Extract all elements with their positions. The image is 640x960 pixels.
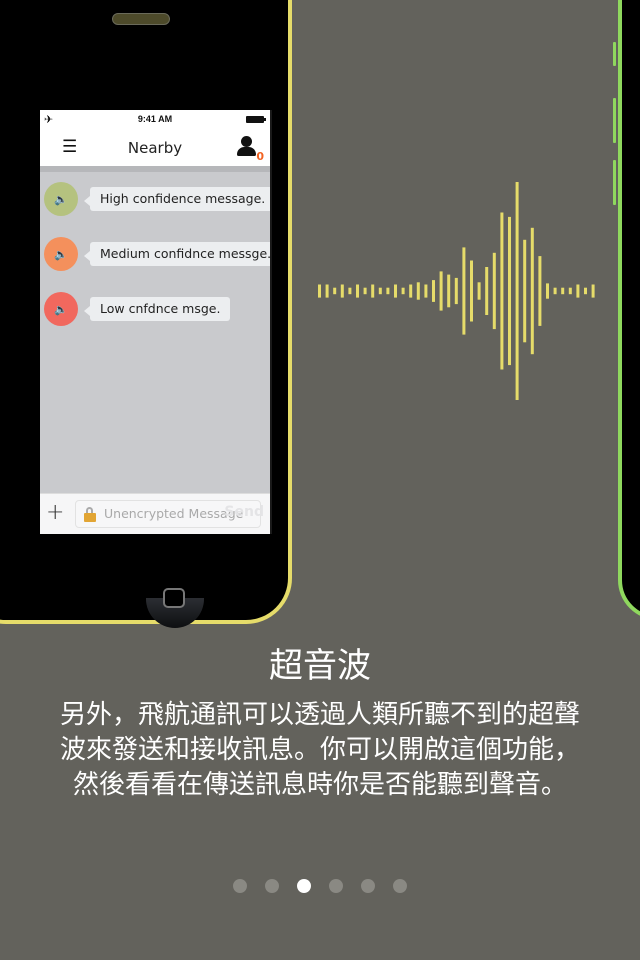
waveform-bar [500,212,504,370]
waveform-bar [508,216,511,366]
waveform-bar [485,267,489,315]
description-line: 另外，飛航通訊可以透過人類所聽不到的超聲 [59,700,580,730]
waveform-bar [576,284,580,298]
waveform-bar [470,260,473,322]
waveform-bar [340,284,344,298]
waveform-bar [477,282,481,300]
page-dot[interactable] [233,879,247,893]
waveform-bar [523,239,527,343]
page-dot[interactable] [265,879,279,893]
waveform-bar [401,287,405,295]
waveform-bar [546,283,549,299]
waveform-bar [325,284,329,298]
waveform-bar [394,284,397,298]
waveform-bar [561,287,565,295]
description-line: 然後看看在傳送訊息時你是否能聽到聲音。 [72,770,567,800]
waveform-bar [318,284,321,298]
waveform-bar [378,287,382,295]
waveform-bar [454,277,458,305]
waveform-bar [492,252,496,330]
page-dot-active[interactable] [297,879,311,893]
ultrasonic-waveform [318,182,595,400]
waveform-bar [424,284,428,298]
waveform-bar [416,282,420,300]
page-indicator[interactable] [0,879,640,893]
waveform-bar [333,287,337,295]
waveform-bar [591,284,595,298]
waveform-bar [386,287,390,295]
waveform-bar [568,287,572,295]
page-dot[interactable] [393,879,407,893]
waveform-bar [530,227,534,355]
waveform-bar [371,284,375,298]
waveform-bar [584,287,587,295]
page-dot[interactable] [329,879,343,893]
page-dot[interactable] [361,879,375,893]
waveform-bar [363,287,367,295]
waveform-bar [432,280,435,302]
waveform-bar [348,287,352,295]
waveform-bar [462,247,466,335]
feature-description: 另外，飛航通訊可以透過人類所聽不到的超聲 波來發送和接收訊息。你可以開啟這個功能… [20,698,620,803]
waveform-bar [447,274,451,308]
waveform-bar [553,287,557,295]
waveform-bar [409,284,413,298]
waveform-bar [439,271,443,311]
waveform-bar [538,256,542,326]
description-line: 波來發送和接收訊息。你可以開啟這個功能， [59,735,580,765]
waveform-bar [356,284,359,298]
waveform-bar [515,182,519,400]
feature-title: 超音波 [269,646,371,686]
